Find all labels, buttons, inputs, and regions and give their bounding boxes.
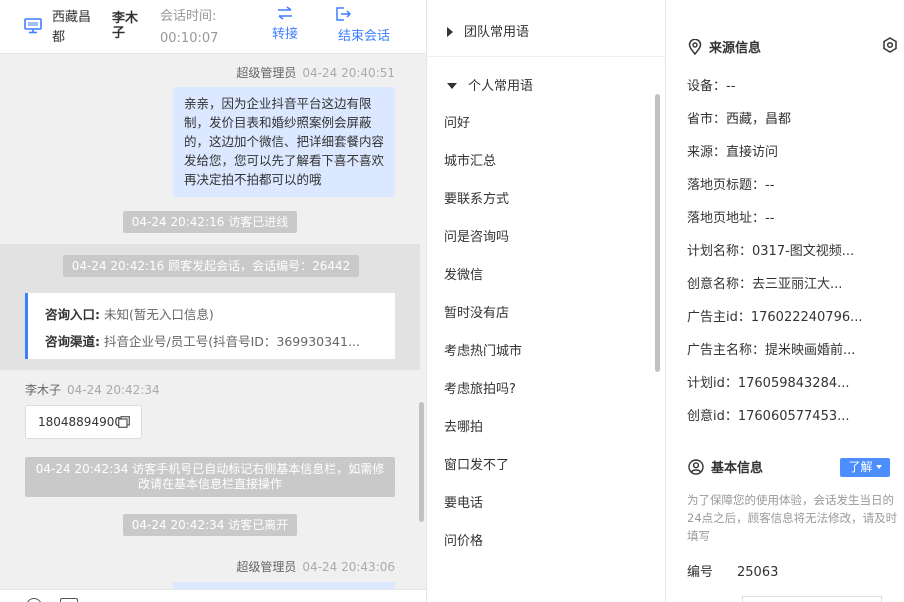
system-message: 04-24 20:42:16 访客已进线 — [123, 211, 297, 233]
sender-name: 超级管理员 — [236, 66, 297, 80]
quick-phrases-panel: 团队常用语 个人常用语 问好城市汇总要联系方式问是咨询吗发微信暂时没有店考虑热门… — [426, 0, 666, 602]
admin-message-bubble: 亲亲，因为企业抖音平台这边有限制，发价目表和婚纱照案例会屏蔽的，这边加个微信、把… — [173, 87, 395, 197]
sender-name: 超级管理员 — [236, 560, 297, 574]
phone-number: 18048894900 — [38, 415, 122, 429]
visitor-name: 李木子 — [112, 11, 139, 41]
phrase-item[interactable]: 暂时没有店 — [444, 302, 509, 321]
source-info-field: 广告主名称：提米映画婚前... — [687, 343, 856, 358]
phrase-item[interactable]: 要联系方式 — [444, 188, 509, 207]
phrases-scrollbar[interactable] — [655, 94, 660, 372]
visitor-location: 西藏昌都 — [52, 10, 92, 45]
caret-down-icon — [447, 83, 457, 89]
channel-value: 抖音企业号/员工号(抖音号ID：369930341... — [103, 334, 360, 349]
id-value: 25063 — [737, 565, 779, 580]
phrase-item[interactable]: 考虑旅拍吗? — [444, 378, 516, 397]
copy-icon[interactable] — [118, 416, 130, 428]
personal-phrases-group[interactable]: 个人常用语 — [447, 75, 533, 94]
message-time: 04-24 20:43:06 — [302, 560, 395, 574]
transfer-label: 转接 — [271, 27, 298, 42]
system-message: 04-24 20:42:16 顾客发起会话，会话编号：26442 — [63, 255, 359, 277]
learn-more-button[interactable]: 了解 — [840, 458, 890, 477]
source-info-field: 创意id：176060577453... — [687, 409, 850, 424]
system-message: 04-24 20:42:34 访客已离开 — [123, 514, 297, 536]
phrase-item[interactable]: 问好 — [444, 112, 470, 131]
image-icon[interactable] — [60, 598, 78, 602]
caret-down-icon — [875, 465, 882, 469]
source-info-field: 计划名称：0317-图文视频... — [687, 244, 855, 259]
divider — [427, 56, 665, 57]
message-time: 04-24 20:42:34 — [67, 383, 160, 397]
chat-messages[interactable]: 超级管理员 04-24 20:40:51 亲亲，因为企业抖音平台这边有限制，发价目… — [0, 54, 426, 602]
system-message: 04-24 20:42:34 访客手机号已自动标记右侧基本信息栏，如需修改请在基… — [25, 457, 395, 497]
customer-id-row: 编号 25063 — [687, 561, 778, 580]
phrase-item[interactable]: 要电话 — [444, 492, 483, 511]
user-icon — [688, 459, 704, 475]
transfer-icon — [278, 6, 292, 20]
message-sender: 李木子 04-24 20:42:34 — [25, 381, 160, 398]
source-info-field: 创意名称：去三亚丽江大... — [687, 277, 843, 292]
sender-name: 李木子 — [25, 383, 62, 397]
message-time: 04-24 20:40:51 — [302, 66, 395, 80]
entry-value: 未知(暂无入口信息) — [103, 307, 214, 322]
channel-label: 咨询渠道: — [45, 334, 100, 349]
chat-toolbar — [0, 589, 426, 602]
settings-icon[interactable] — [882, 37, 898, 53]
group-label: 团队常用语 — [464, 25, 530, 40]
transfer-button[interactable]: 转接 — [270, 6, 300, 42]
basic-info-note: 为了保障您的使用体验，会话发生当日的24点之后，顾客信息将无法修改，请及时填写 — [687, 493, 898, 543]
phrase-item[interactable]: 问价格 — [444, 530, 483, 549]
visitor-phone-message[interactable]: 18048894900 — [25, 405, 142, 439]
id-label: 编号 — [687, 565, 714, 580]
session-time-label: 会话时间: — [160, 9, 217, 24]
entry-label: 咨询入口: — [45, 307, 100, 322]
phrase-item[interactable]: 发微信 — [444, 264, 483, 283]
phrase-item[interactable]: 窗口发不了 — [444, 454, 509, 473]
source-info-field: 落地页地址：-- — [687, 211, 775, 226]
section-title: 来源信息 — [709, 41, 762, 56]
session-time-value: 00:10:07 — [160, 31, 219, 46]
message-sender: 超级管理员 04-24 20:40:51 — [236, 64, 395, 81]
source-info-field: 落地页标题：-- — [687, 178, 775, 193]
phrase-item[interactable]: 去哪拍 — [444, 416, 483, 435]
group-label: 个人常用语 — [468, 79, 534, 94]
basic-info-input[interactable] — [742, 596, 882, 602]
message-sender: 超级管理员 04-24 20:43:06 — [236, 558, 395, 575]
consult-info-card: 咨询入口: 未知(暂无入口信息) 咨询渠道: 抖音企业号/员工号(抖音号ID：3… — [25, 293, 395, 359]
monitor-icon — [24, 18, 42, 34]
source-info-field: 计划id：176059843284... — [687, 376, 850, 391]
chat-panel: 西藏昌都 李木子 会话时间: 00:10:07 转接 结束会话 超级管理员 04-… — [0, 0, 426, 602]
phrase-item[interactable]: 城市汇总 — [444, 150, 496, 169]
caret-right-icon — [447, 27, 453, 37]
source-info-header: 来源信息 — [688, 37, 761, 56]
source-info-field: 省市：西藏，昌都 — [687, 112, 792, 127]
phrase-item[interactable]: 考虑热门城市 — [444, 340, 522, 359]
location-pin-icon — [688, 38, 702, 56]
team-phrases-group[interactable]: 团队常用语 — [447, 21, 529, 40]
chat-header: 西藏昌都 李木子 会话时间: 00:10:07 转接 结束会话 — [0, 0, 426, 54]
end-session-button[interactable]: 结束会话 — [335, 6, 393, 44]
emoji-icon[interactable] — [26, 598, 42, 602]
section-title: 基本信息 — [711, 461, 764, 476]
end-session-label: 结束会话 — [337, 29, 390, 44]
source-info-field: 设备：-- — [687, 79, 736, 94]
source-info-field: 来源：直接访问 — [687, 145, 779, 160]
learn-label: 了解 — [848, 460, 873, 474]
basic-info-header: 基本信息 — [688, 457, 763, 476]
exit-icon — [336, 7, 351, 21]
source-info-field: 广告主id：176022240796... — [687, 310, 863, 325]
phrase-item[interactable]: 问是咨询吗 — [444, 226, 509, 245]
visitor-info-panel: 来源信息 设备：-- 省市：西藏，昌都 来源：直接访问 落地页标题：-- 落地页地址：-… — [667, 0, 904, 602]
chat-scrollbar[interactable] — [419, 402, 424, 522]
